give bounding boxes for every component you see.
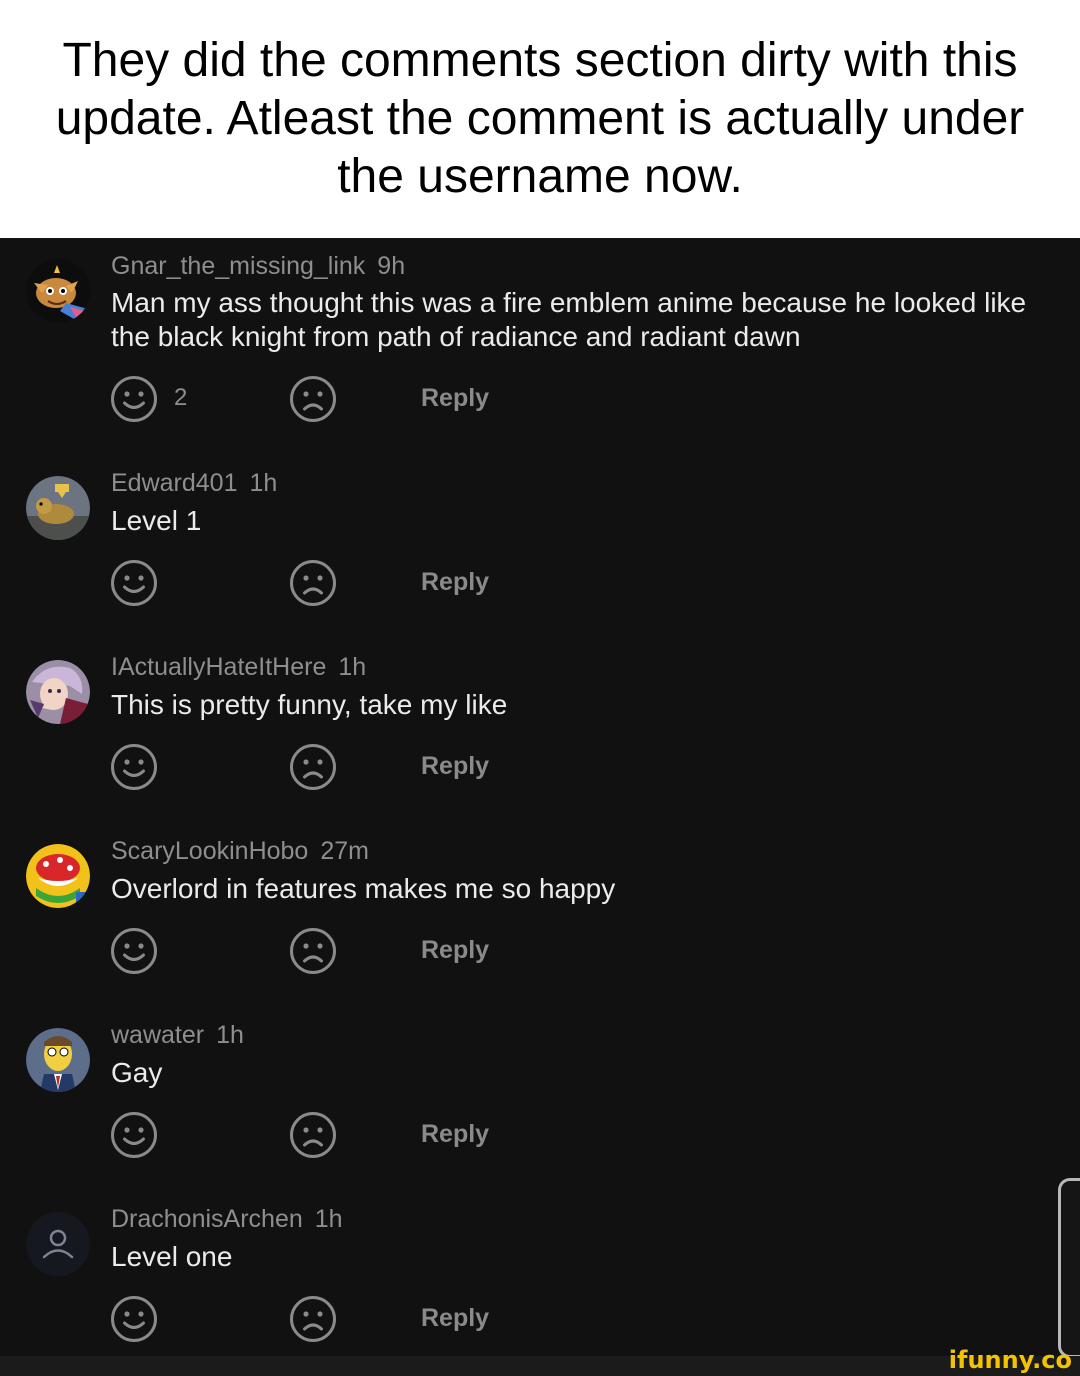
reply-button[interactable]: Reply <box>421 568 489 597</box>
username-link[interactable]: Gnar_the_missing_link <box>111 252 365 280</box>
ifunny-watermark: ifunny.co <box>948 1346 1072 1374</box>
comment-meta: DrachonisArchen 1h <box>111 1204 343 1234</box>
timestamp: 9h <box>377 252 406 280</box>
smile-icon[interactable] <box>110 927 158 975</box>
comment-actions: 2 Reply <box>110 375 570 425</box>
comment-item: Edward401 1h Level 1 Reply <box>0 468 1040 652</box>
timestamp: 1h <box>216 1021 244 1049</box>
comment-actions: Reply <box>110 927 570 977</box>
reply-button[interactable]: Reply <box>421 936 489 965</box>
like-count: 2 <box>174 384 188 411</box>
default-user-avatar-icon[interactable] <box>26 1212 90 1276</box>
username-link[interactable]: DrachonisArchen <box>111 1205 303 1233</box>
comment-text: Man my ass thought this was a fire emble… <box>111 287 1027 352</box>
timestamp: 1h <box>249 469 278 497</box>
comment-meta: Edward401 1h <box>111 468 277 498</box>
timestamp: 1h <box>314 1205 343 1233</box>
comment-meta: wawater 1h <box>111 1020 244 1050</box>
piranha-avatar-icon[interactable] <box>26 844 90 908</box>
meme-caption: They did the comments section dirty with… <box>0 0 1080 238</box>
username-link[interactable]: ScaryLookinHobo <box>111 837 308 865</box>
frown-icon[interactable] <box>289 1295 337 1343</box>
bottom-bar <box>0 1356 1080 1376</box>
comment-meta: ScaryLookinHobo 27m <box>111 836 369 866</box>
scrollbar-handle[interactable] <box>1058 1178 1080 1358</box>
comment-actions: Reply <box>110 559 570 609</box>
frown-icon[interactable] <box>289 559 337 607</box>
reply-button[interactable]: Reply <box>421 1120 489 1149</box>
smile-icon[interactable] <box>110 743 158 791</box>
comment-meta: IActuallyHateItHere 1h <box>111 652 366 682</box>
frown-icon[interactable] <box>289 375 337 423</box>
username-link[interactable]: Edward401 <box>111 469 237 497</box>
reply-button[interactable]: Reply <box>421 752 489 781</box>
comment-item: DrachonisArchen 1h Level one Reply <box>0 1204 1040 1376</box>
comment-text: Level one <box>111 1241 233 1272</box>
frown-icon[interactable] <box>289 927 337 975</box>
comment-actions: Reply <box>110 1111 570 1161</box>
frown-icon[interactable] <box>289 1111 337 1159</box>
comment-item: ScaryLookinHobo 27m Overlord in features … <box>0 836 1040 1020</box>
creature-avatar-icon[interactable] <box>26 476 90 540</box>
gnar-avatar-icon[interactable] <box>26 259 90 323</box>
comment-text: This is pretty funny, take my like <box>111 689 508 720</box>
comment-item: IActuallyHateItHere 1h This is pretty fun… <box>0 652 1040 836</box>
comment-item: wawater 1h Gay Reply <box>0 1020 1040 1204</box>
comment-actions: Reply <box>110 743 570 793</box>
reply-button[interactable]: Reply <box>421 384 489 413</box>
username-link[interactable]: wawater <box>111 1021 204 1049</box>
username-link[interactable]: IActuallyHateItHere <box>111 653 326 681</box>
comment-text: Overlord in features makes me so happy <box>111 873 616 904</box>
comment-item: Gnar_the_missing_link 9h Man my ass thoug… <box>0 238 1040 422</box>
comments-feed: Gnar_the_missing_link 9h Man my ass thoug… <box>0 238 1080 1356</box>
reply-button[interactable]: Reply <box>421 1304 489 1333</box>
smile-icon[interactable] <box>110 1111 158 1159</box>
smile-icon[interactable] <box>110 559 158 607</box>
anime-avatar-icon[interactable] <box>26 660 90 724</box>
comment-meta: Gnar_the_missing_link 9h <box>111 251 405 281</box>
timestamp: 1h <box>338 653 367 681</box>
frown-icon[interactable] <box>289 743 337 791</box>
caption-text: They did the comments section dirty with… <box>55 34 1025 203</box>
smile-icon[interactable] <box>110 375 158 423</box>
timestamp: 27m <box>320 837 369 865</box>
smile-icon[interactable] <box>110 1295 158 1343</box>
comment-text: Gay <box>111 1057 163 1088</box>
cartoon-avatar-icon[interactable] <box>26 1028 90 1092</box>
comment-text: Level 1 <box>111 505 202 536</box>
comment-actions: Reply <box>110 1295 570 1345</box>
